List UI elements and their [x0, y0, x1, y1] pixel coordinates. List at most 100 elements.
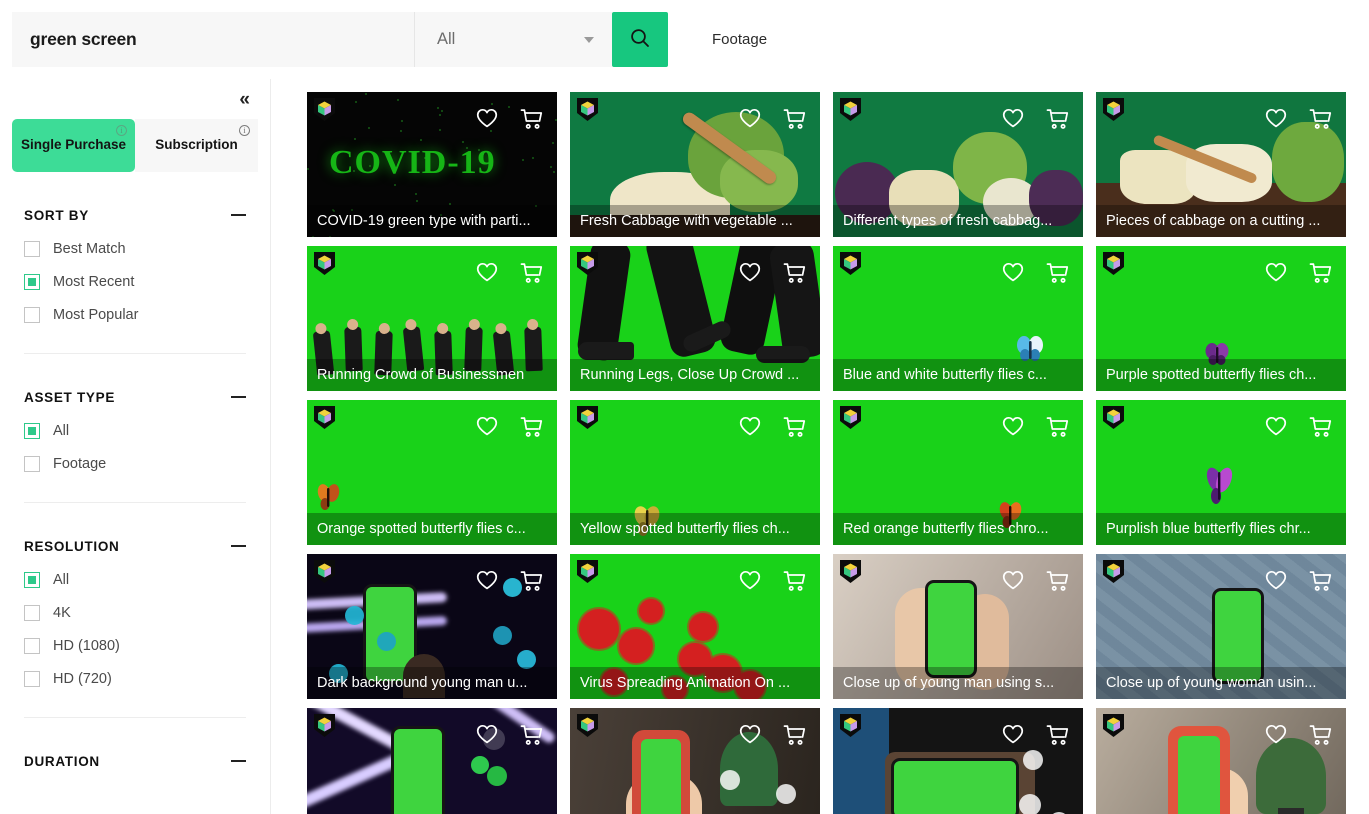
filter-option-res-hd720[interactable]: HD (720)	[24, 662, 246, 695]
cart-icon[interactable]	[783, 570, 806, 592]
result-card[interactable]: Purplish blue butterfly flies chr...	[1096, 400, 1346, 545]
heart-icon[interactable]	[1265, 724, 1287, 746]
result-card[interactable]	[1096, 708, 1346, 814]
checkbox[interactable]	[24, 670, 40, 687]
cart-icon[interactable]	[520, 724, 543, 746]
heart-icon[interactable]	[476, 262, 498, 284]
cart-icon[interactable]	[520, 262, 543, 284]
cart-icon[interactable]	[520, 570, 543, 592]
filter-group-header[interactable]: DURATION	[24, 744, 246, 778]
result-card[interactable]: Fresh Cabbage with vegetable ...	[570, 92, 820, 237]
minus-icon[interactable]	[231, 214, 246, 216]
filter-option-res-4k[interactable]: 4K	[24, 596, 246, 629]
checkbox[interactable]	[24, 240, 40, 257]
heart-icon[interactable]	[476, 416, 498, 438]
heart-icon[interactable]	[739, 416, 761, 438]
info-icon[interactable]: i	[239, 125, 250, 136]
heart-icon[interactable]	[476, 724, 498, 746]
tab-single-purchase[interactable]: Single Purchase i	[12, 119, 135, 172]
cart-icon[interactable]	[1309, 416, 1332, 438]
filter-option-asset-all[interactable]: All	[24, 414, 246, 447]
result-card[interactable]: COVID-19 COVID-19 green type with parti.…	[307, 92, 557, 237]
result-card[interactable]: Yellow spotted butterfly flies ch...	[570, 400, 820, 545]
filter-option-most-recent[interactable]: Most Recent	[24, 265, 246, 298]
filter-option-label: HD (720)	[53, 670, 112, 687]
cart-icon[interactable]	[1309, 108, 1332, 130]
result-card[interactable]	[833, 708, 1083, 814]
heart-icon[interactable]	[1002, 108, 1024, 130]
checkbox[interactable]	[24, 571, 40, 588]
filter-option-most-popular[interactable]: Most Popular	[24, 298, 246, 331]
result-card[interactable]: Different types of fresh cabbag...	[833, 92, 1083, 237]
heart-icon[interactable]	[1002, 262, 1024, 284]
cart-icon[interactable]	[520, 108, 543, 130]
heart-icon[interactable]	[739, 108, 761, 130]
cart-icon[interactable]	[783, 724, 806, 746]
result-card[interactable]: Red orange butterfly flies chro...	[833, 400, 1083, 545]
heart-icon[interactable]	[739, 724, 761, 746]
result-card[interactable]: Close up of young man using s...	[833, 554, 1083, 699]
checkbox[interactable]	[24, 273, 40, 290]
checkbox[interactable]	[24, 422, 40, 439]
cart-icon[interactable]	[1309, 262, 1332, 284]
cart-icon[interactable]	[1046, 108, 1069, 130]
heart-icon[interactable]	[1002, 724, 1024, 746]
cube-badge-icon	[314, 98, 335, 121]
search-button[interactable]	[612, 12, 668, 67]
filter-group-header[interactable]: SORT BY	[24, 198, 246, 232]
checkbox[interactable]	[24, 455, 40, 472]
results-panel[interactable]: COVID-19 COVID-19 green type with parti.…	[271, 79, 1369, 814]
minus-icon[interactable]	[231, 760, 246, 762]
minus-icon[interactable]	[231, 545, 246, 547]
info-icon[interactable]: i	[116, 125, 127, 136]
checkbox[interactable]	[24, 604, 40, 621]
heart-icon[interactable]	[739, 570, 761, 592]
heart-icon[interactable]	[476, 570, 498, 592]
result-card[interactable]: Blue and white butterfly flies c...	[833, 246, 1083, 391]
filter-group-header[interactable]: ASSET TYPE	[24, 380, 246, 414]
chevron-double-left-icon[interactable]: «	[235, 88, 252, 111]
result-card[interactable]: Pieces of cabbage on a cutting ...	[1096, 92, 1346, 237]
checkbox[interactable]	[24, 306, 40, 323]
search-input-container[interactable]	[12, 12, 414, 67]
result-card[interactable]: Running Crowd of Businessmen	[307, 246, 557, 391]
heart-icon[interactable]	[1002, 416, 1024, 438]
filter-group-header[interactable]: RESOLUTION	[24, 529, 246, 563]
cart-icon[interactable]	[1046, 570, 1069, 592]
result-card[interactable]	[307, 708, 557, 814]
filter-option-res-hd1080[interactable]: HD (1080)	[24, 629, 246, 662]
filter-option-best-match[interactable]: Best Match	[24, 232, 246, 265]
result-card[interactable]: Running Legs, Close Up Crowd ...	[570, 246, 820, 391]
minus-icon[interactable]	[231, 396, 246, 398]
category-select[interactable]: All	[414, 12, 612, 67]
tab-subscription[interactable]: Subscription i	[135, 119, 258, 172]
heart-icon[interactable]	[1265, 108, 1287, 130]
result-card[interactable]: Dark background young man u...	[307, 554, 557, 699]
heart-icon[interactable]	[1265, 570, 1287, 592]
heart-icon[interactable]	[1265, 262, 1287, 284]
cart-icon[interactable]	[1046, 416, 1069, 438]
filter-option-asset-footage[interactable]: Footage	[24, 447, 246, 480]
search-input[interactable]	[30, 29, 396, 50]
result-card[interactable]: Orange spotted butterfly flies c...	[307, 400, 557, 545]
cart-icon[interactable]	[783, 108, 806, 130]
heart-icon[interactable]	[476, 108, 498, 130]
result-card[interactable]: Close up of young woman usin...	[1096, 554, 1346, 699]
cart-icon[interactable]	[1046, 724, 1069, 746]
nav-link-footage[interactable]: Footage	[712, 12, 767, 67]
checkbox[interactable]	[24, 637, 40, 654]
cart-icon[interactable]	[520, 416, 543, 438]
cart-icon[interactable]	[1309, 570, 1332, 592]
heart-icon[interactable]	[1265, 416, 1287, 438]
cart-icon[interactable]	[783, 416, 806, 438]
heart-icon[interactable]	[1002, 570, 1024, 592]
filter-option-label: Footage	[53, 455, 107, 472]
result-card[interactable]: Virus Spreading Animation On ...	[570, 554, 820, 699]
heart-icon[interactable]	[739, 262, 761, 284]
result-card[interactable]: Purple spotted butterfly flies ch...	[1096, 246, 1346, 391]
filter-option-res-all[interactable]: All	[24, 563, 246, 596]
cart-icon[interactable]	[1046, 262, 1069, 284]
cart-icon[interactable]	[1309, 724, 1332, 746]
result-card[interactable]	[570, 708, 820, 814]
cart-icon[interactable]	[783, 262, 806, 284]
